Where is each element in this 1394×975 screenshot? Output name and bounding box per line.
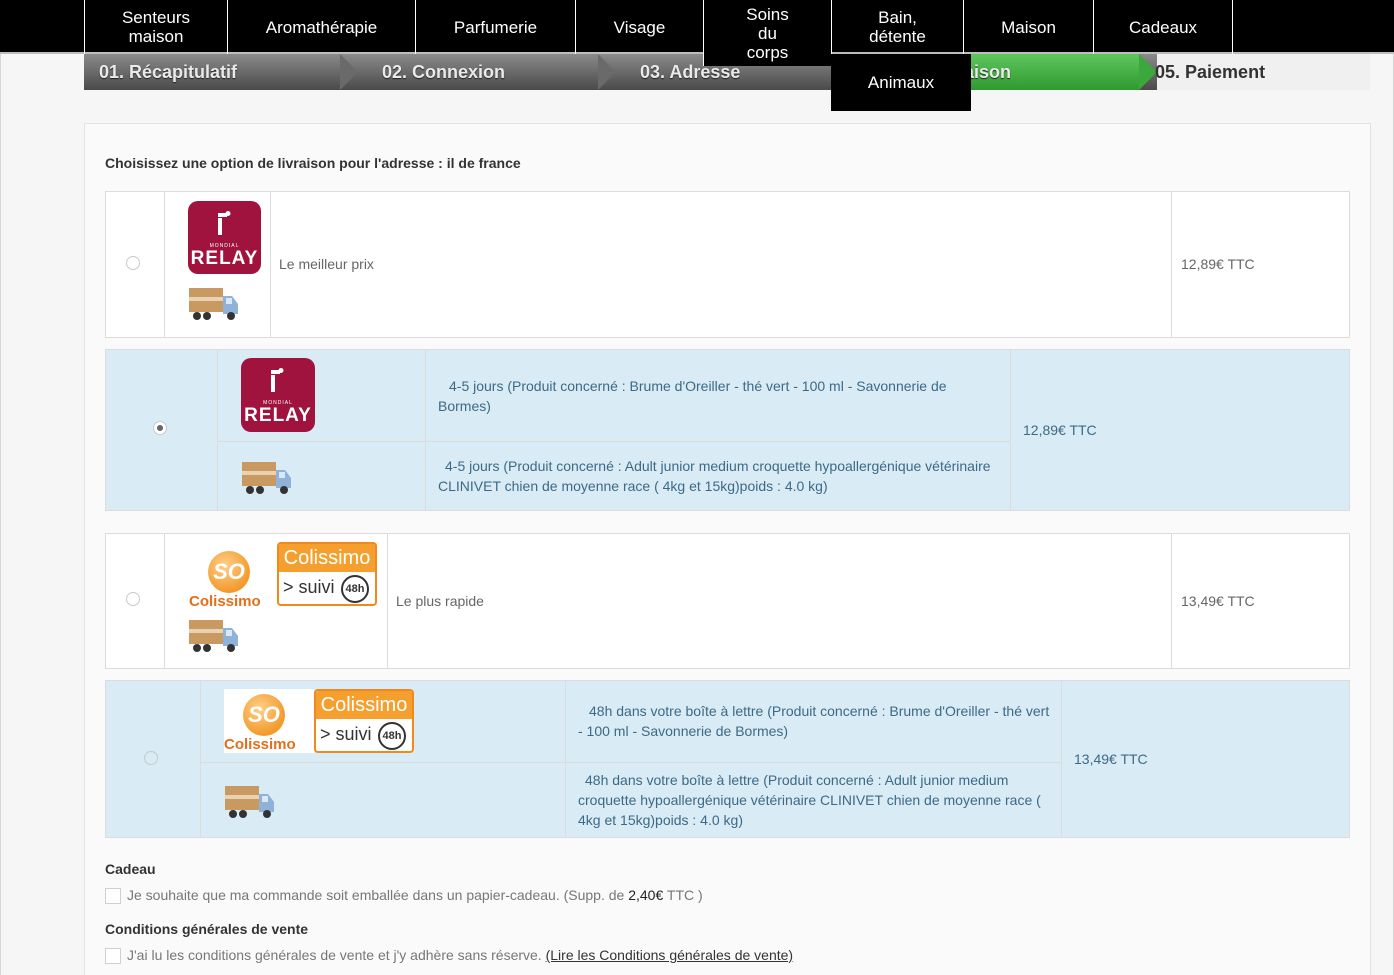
gift-label[interactable]: Je souhaite que ma commande soit emballé…	[127, 887, 703, 903]
option-price: 12,89€ TTC	[1181, 256, 1255, 272]
divider	[217, 350, 218, 510]
option-description: 4-5 jours (Produit concerné : Brume d'Or…	[438, 378, 947, 414]
colissimo-suivi-logo: Colissimo > suivi 48h	[314, 689, 414, 753]
delivery-truck-icon	[189, 620, 238, 652]
option-description: 48h dans votre boîte à lettre (Produit c…	[578, 772, 1041, 828]
divider	[164, 192, 165, 337]
option-description: Le meilleur prix	[279, 256, 374, 272]
divider	[164, 534, 165, 668]
mondial-relay-logo: MONDIAL RELAY	[188, 201, 261, 274]
step-connexion[interactable]: 02. Connexion	[382, 54, 505, 90]
divider	[200, 762, 1061, 763]
colissimo-suivi-logo: Colissimo > suivi 48h	[277, 542, 377, 606]
delivery-option-relay[interactable]: MONDIAL RELAY Le meilleur prix 12,89€ TT…	[105, 191, 1350, 338]
nav-item-maison[interactable]: Maison	[963, 0, 1093, 54]
option-description: 4-5 jours (Produit concerné : Adult juni…	[438, 458, 991, 494]
nav-dropdown-animaux[interactable]: Animaux	[831, 54, 971, 111]
cgv-label[interactable]: J'ai lu les conditions générales de vent…	[127, 947, 793, 963]
divider	[1171, 192, 1172, 337]
radio-colissimo[interactable]	[126, 592, 140, 606]
option-price: 12,89€ TTC	[1023, 422, 1097, 438]
step-paiement: 05. Paiement	[1155, 61, 1266, 82]
option-price: 13,49€ TTC	[1181, 593, 1255, 609]
nav-item-soins-du-corps[interactable]: Soins du corps	[703, 0, 831, 66]
cgv-link[interactable]: (Lire les Conditions générales de vente)	[546, 947, 793, 963]
divider	[1171, 534, 1172, 668]
divider	[387, 534, 388, 668]
cgv-checkbox[interactable]	[105, 948, 121, 964]
gift-amount: 2,40€	[628, 887, 664, 903]
nav-item-aromatherapie[interactable]: Aromathérapie	[227, 0, 415, 54]
divider	[200, 681, 201, 837]
delivery-truck-icon	[242, 462, 291, 494]
so-colissimo-logo: SO Colissimo	[189, 546, 281, 610]
top-navigation: Senteurs maison Aromathérapie Parfumerie…	[0, 0, 1394, 66]
divider	[565, 681, 566, 837]
option-description: Le plus rapide	[396, 593, 484, 609]
nav-item-cadeaux[interactable]: Cadeaux	[1093, 0, 1233, 54]
cgv-title: Conditions générales de vente	[105, 921, 309, 937]
divider	[425, 350, 426, 510]
mondial-relay-logo: MONDIAL RELAY	[241, 358, 315, 432]
step-separator	[340, 54, 358, 90]
divider	[1061, 681, 1062, 837]
nav-item-senteurs-maison[interactable]: Senteurs maison	[84, 0, 227, 54]
delivery-heading: Choisissez une option de livraison pour …	[105, 155, 521, 171]
radio-relay[interactable]	[126, 256, 140, 270]
radio-colissimo-detail[interactable]	[144, 751, 158, 765]
so-colissimo-logo: SO Colissimo	[224, 689, 314, 753]
option-price: 13,49€ TTC	[1074, 751, 1148, 767]
delivery-option-colissimo[interactable]: SO Colissimo Colissimo > suivi 48h Le pl…	[105, 533, 1350, 669]
radio-relay-detail[interactable]	[153, 421, 167, 435]
gift-checkbox[interactable]	[105, 888, 121, 904]
nav-item-bain-detente[interactable]: Bain, détente	[831, 0, 963, 54]
nav-item-parfumerie[interactable]: Parfumerie	[415, 0, 575, 54]
delivery-truck-icon	[225, 786, 274, 818]
divider	[270, 192, 271, 337]
step-separator	[598, 54, 616, 90]
delivery-option-relay-detail[interactable]: MONDIAL RELAY 4-5 jours (Produit concern…	[105, 349, 1350, 511]
divider	[1010, 350, 1011, 510]
delivery-option-colissimo-detail[interactable]: SO Colissimo Colissimo > suivi 48h 48h d…	[105, 680, 1350, 838]
step-recapitulatif[interactable]: 01. Récapitulatif	[99, 54, 237, 90]
gift-title: Cadeau	[105, 861, 156, 877]
delivery-truck-icon	[189, 288, 238, 320]
option-description: 48h dans votre boîte à lettre (Produit c…	[578, 703, 1050, 739]
divider	[217, 441, 1010, 442]
nav-item-visage[interactable]: Visage	[575, 0, 703, 54]
